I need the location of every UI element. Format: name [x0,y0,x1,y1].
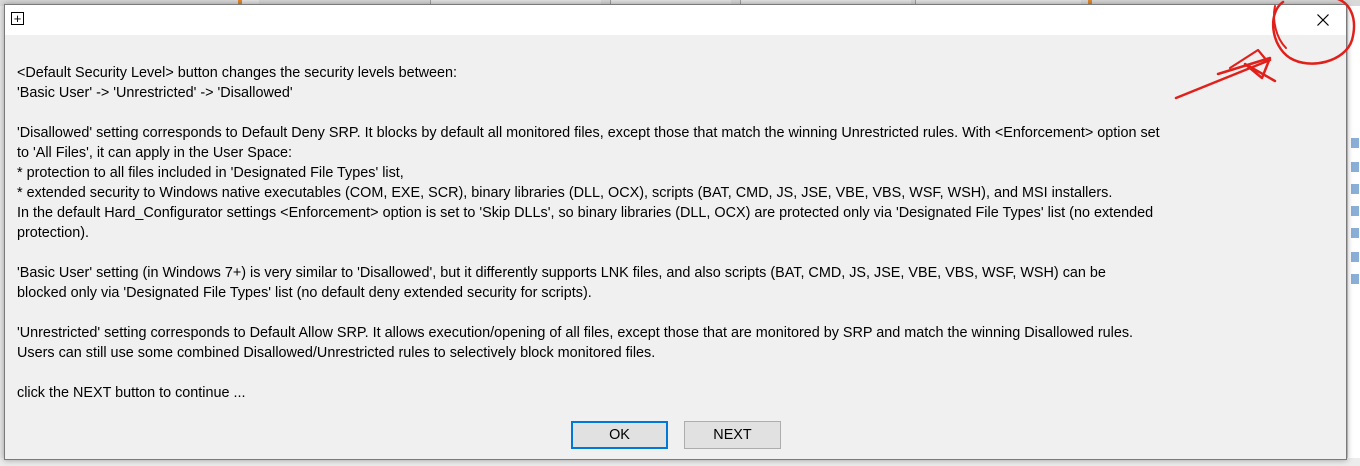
background-window-right-edge [1347,6,1360,458]
message-line: * protection to all files included in 'D… [17,165,404,181]
next-button[interactable]: NEXT [684,421,781,449]
ok-button[interactable]: OK [571,421,668,449]
close-icon [1317,14,1329,26]
message-line: blocked only via 'Designated File Types'… [17,285,592,301]
close-button[interactable] [1300,5,1346,35]
message-line: In the default Hard_Configurator setting… [17,205,1154,221]
system-menu-icon[interactable]: + [11,12,24,25]
message-line: to 'All Files', it can apply in the User… [17,145,293,161]
message-line: 'Basic User' setting (in Windows 7+) is … [17,265,1106,281]
dialog-titlebar: + [5,5,1346,35]
dialog-message: <Default Security Level> button changes … [17,63,1337,403]
security-level-info-dialog: + <Default Security Level> button change… [4,4,1347,460]
message-line: 'Basic User' -> 'Unrestricted' -> 'Disal… [17,85,293,101]
message-line: click the NEXT button to continue ... [17,385,246,401]
message-line: * extended security to Windows native ex… [17,185,1113,201]
message-line: 'Unrestricted' setting corresponds to De… [17,325,1134,341]
message-line: 'Disallowed' setting corresponds to Defa… [17,125,1160,141]
message-line: Users can still use some combined Disall… [17,345,656,361]
message-line: protection). [17,225,89,241]
message-line: <Default Security Level> button changes … [17,65,457,81]
